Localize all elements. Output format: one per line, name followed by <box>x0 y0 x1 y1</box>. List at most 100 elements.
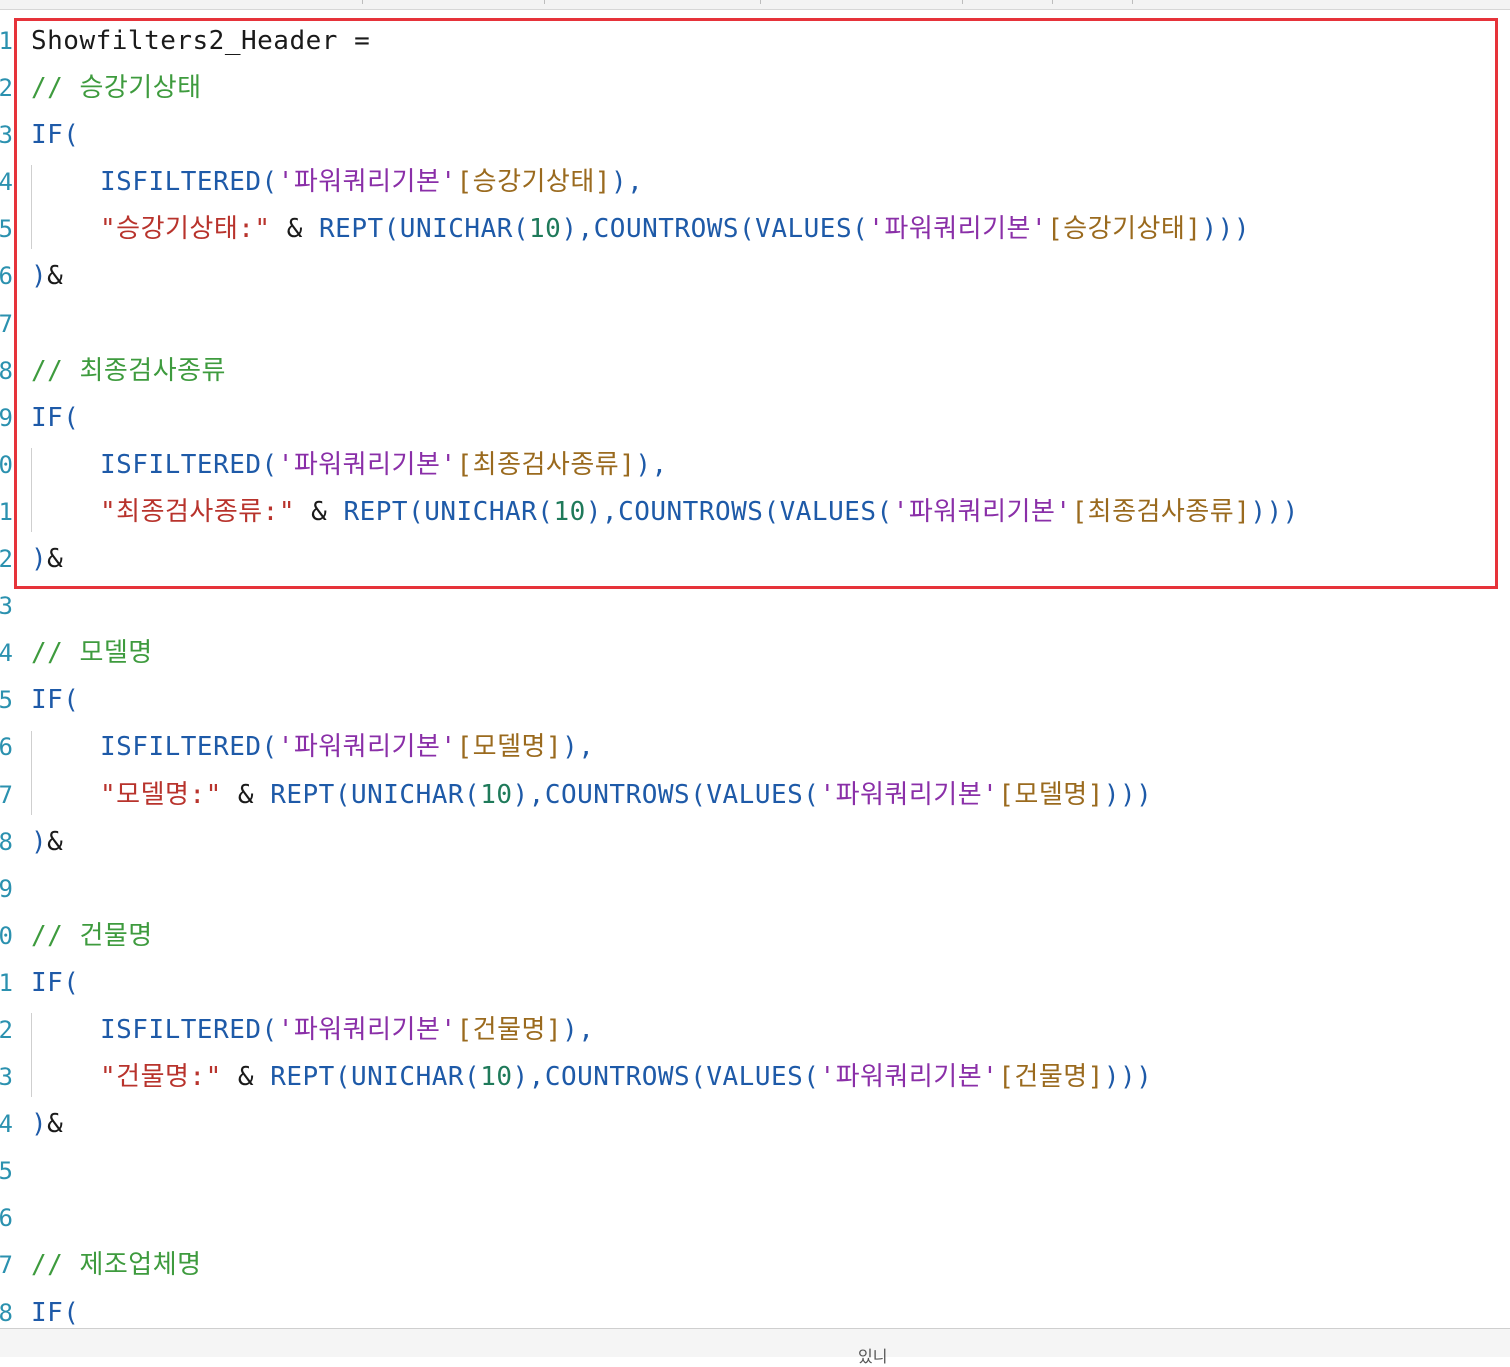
code-text: "승강기상태:" & REPT(UNICHAR(10),COUNTROWS(VA… <box>100 206 1250 253</box>
line-number: 0 <box>0 450 13 479</box>
code-text: IF( <box>31 112 79 159</box>
code-token: ), <box>610 167 644 198</box>
code-line[interactable]: 4)& <box>0 1101 1510 1148</box>
indent-guide <box>31 165 32 250</box>
code-token: [모델명] <box>456 732 563 763</box>
code-line[interactable]: 0 ISFILTERED('파워쿼리기본'[최종검사종류]), <box>0 442 1510 489</box>
code-token: & <box>47 1109 64 1140</box>
code-line[interactable]: 1 Showfilters2_Header = <box>0 18 1510 65</box>
code-token: '파워쿼리기본' <box>868 214 1048 245</box>
code-line[interactable]: 9 IF( <box>0 395 1510 442</box>
code-text: )& <box>31 536 63 583</box>
code-text: // 제조업체명 <box>31 1242 202 1289</box>
code-line[interactable]: 1 IF( <box>0 960 1510 1007</box>
code-token: '파워쿼리기본' <box>277 449 457 480</box>
code-text: "건물명:" & REPT(UNICHAR(10),COUNTROWS(VALU… <box>100 1054 1152 1101</box>
line-number: 7 <box>0 780 13 809</box>
code-text: )& <box>31 819 63 866</box>
code-token: & <box>47 826 64 857</box>
line-number: 2 <box>0 1015 13 1044</box>
code-line[interactable]: 1 "최종검사종류:" & REPT(UNICHAR(10),COUNTROWS(… <box>0 489 1510 536</box>
code-line[interactable]: 8 // 최종검사종류 <box>0 348 1510 395</box>
code-token: 10 <box>480 779 513 810</box>
code-token: "모델명:" <box>100 779 222 810</box>
line-number: 4 <box>0 168 13 197</box>
code-text: // 모델명 <box>31 630 153 677</box>
code-token: Showfilters2_Header = <box>31 26 371 56</box>
status-bar: 있니 <box>0 1328 1510 1366</box>
code-token: "승강기상태:" <box>100 214 271 245</box>
code-token: IF( <box>31 120 80 151</box>
line-number: 4 <box>0 1110 13 1139</box>
code-token: ),COUNTROWS(VALUES( <box>512 1062 820 1093</box>
code-token: ) <box>31 544 48 575</box>
code-line[interactable]: 7 <box>0 301 1510 348</box>
code-token: 10 <box>553 496 586 527</box>
code-token: ),COUNTROWS(VALUES( <box>561 214 869 245</box>
code-token: ) <box>31 1109 48 1140</box>
code-token: [최종검사종류] <box>1071 496 1251 527</box>
code-line[interactable]: 2 // 승강기상태 <box>0 65 1510 112</box>
code-line[interactable]: 3 <box>0 583 1510 630</box>
code-text: Showfilters2_Header = <box>31 18 370 65</box>
code-line[interactable]: 5 <box>0 1148 1510 1195</box>
code-line[interactable]: 6)& <box>0 253 1510 300</box>
code-token: ), <box>635 449 668 480</box>
top-toolbar-edge <box>0 0 1510 10</box>
code-line[interactable]: 5 IF( <box>0 677 1510 724</box>
code-line[interactable]: 0 // 건물명 <box>0 913 1510 960</box>
code-text: IF( <box>31 960 79 1007</box>
code-line[interactable]: 6 ISFILTERED('파워쿼리기본'[모델명]), <box>0 724 1510 771</box>
code-line[interactable]: 7 "모델명:" & REPT(UNICHAR(10),COUNTROWS(VAL… <box>0 772 1510 819</box>
code-line[interactable]: 2)& <box>0 536 1510 583</box>
line-number: 6 <box>0 262 13 291</box>
line-number: 8 <box>0 827 13 856</box>
code-text: )& <box>31 1101 63 1148</box>
code-token: [승강기상태] <box>1047 214 1202 245</box>
code-token: '파워쿼리기본' <box>819 779 999 810</box>
code-token: & <box>221 779 271 810</box>
code-line[interactable]: 5 "승강기상태:" & REPT(UNICHAR(10),COUNTROWS(V… <box>0 206 1510 253</box>
code-token: ))) <box>1201 214 1250 245</box>
code-text: // 건물명 <box>31 913 153 960</box>
code-token: REPT(UNICHAR( <box>343 496 554 527</box>
code-token: & <box>270 214 320 245</box>
line-number: 3 <box>0 592 13 621</box>
code-token: [건물명] <box>998 1062 1104 1093</box>
code-line[interactable]: 3 IF( <box>0 112 1510 159</box>
code-token: ), <box>562 1014 595 1045</box>
indent-guide <box>31 1013 32 1098</box>
code-text: // 승강기상태 <box>31 65 202 112</box>
code-line[interactable]: 8)& <box>0 819 1510 866</box>
code-token: '파워쿼리기본' <box>277 1014 457 1045</box>
code-editor[interactable]: 1 Showfilters2_Header = 2 // 승강기상태 3 IF(4 ISFI… <box>0 18 1510 1337</box>
code-token: ), <box>562 732 595 763</box>
code-text: // 최종검사종류 <box>31 348 226 395</box>
code-token: '파워쿼리기본' <box>277 732 457 763</box>
line-number: 5 <box>0 1157 13 1186</box>
code-line[interactable]: 4 ISFILTERED('파워쿼리기본'[승강기상태]), <box>0 159 1510 206</box>
line-number: 4 <box>0 639 13 668</box>
code-token: REPT(UNICHAR( <box>319 214 530 245</box>
code-line[interactable]: 4 // 모델명 <box>0 630 1510 677</box>
code-line[interactable]: 9 <box>0 866 1510 913</box>
code-token: & <box>47 544 64 575</box>
line-number: 3 <box>0 121 13 150</box>
line-number: 1 <box>0 497 13 526</box>
line-number: 1 <box>0 27 13 55</box>
code-token: ))) <box>1250 496 1299 527</box>
code-line[interactable]: 6 <box>0 1195 1510 1242</box>
line-number: 6 <box>0 733 13 762</box>
line-number: 9 <box>0 403 13 432</box>
code-token: // 건물명 <box>31 920 153 951</box>
code-token: ) <box>31 826 48 857</box>
code-token: [승강기상태] <box>456 167 611 198</box>
code-token: [모델명] <box>998 779 1104 810</box>
code-token: ISFILTERED( <box>100 449 278 480</box>
code-token: ),COUNTROWS(VALUES( <box>585 496 893 527</box>
status-text: 있니 <box>858 1347 888 1366</box>
code-line[interactable]: 2 ISFILTERED('파워쿼리기본'[건물명]), <box>0 1007 1510 1054</box>
code-token: & <box>221 1062 271 1093</box>
code-line[interactable]: 7 // 제조업체명 <box>0 1242 1510 1289</box>
code-line[interactable]: 3 "건물명:" & REPT(UNICHAR(10),COUNTROWS(VAL… <box>0 1054 1510 1101</box>
